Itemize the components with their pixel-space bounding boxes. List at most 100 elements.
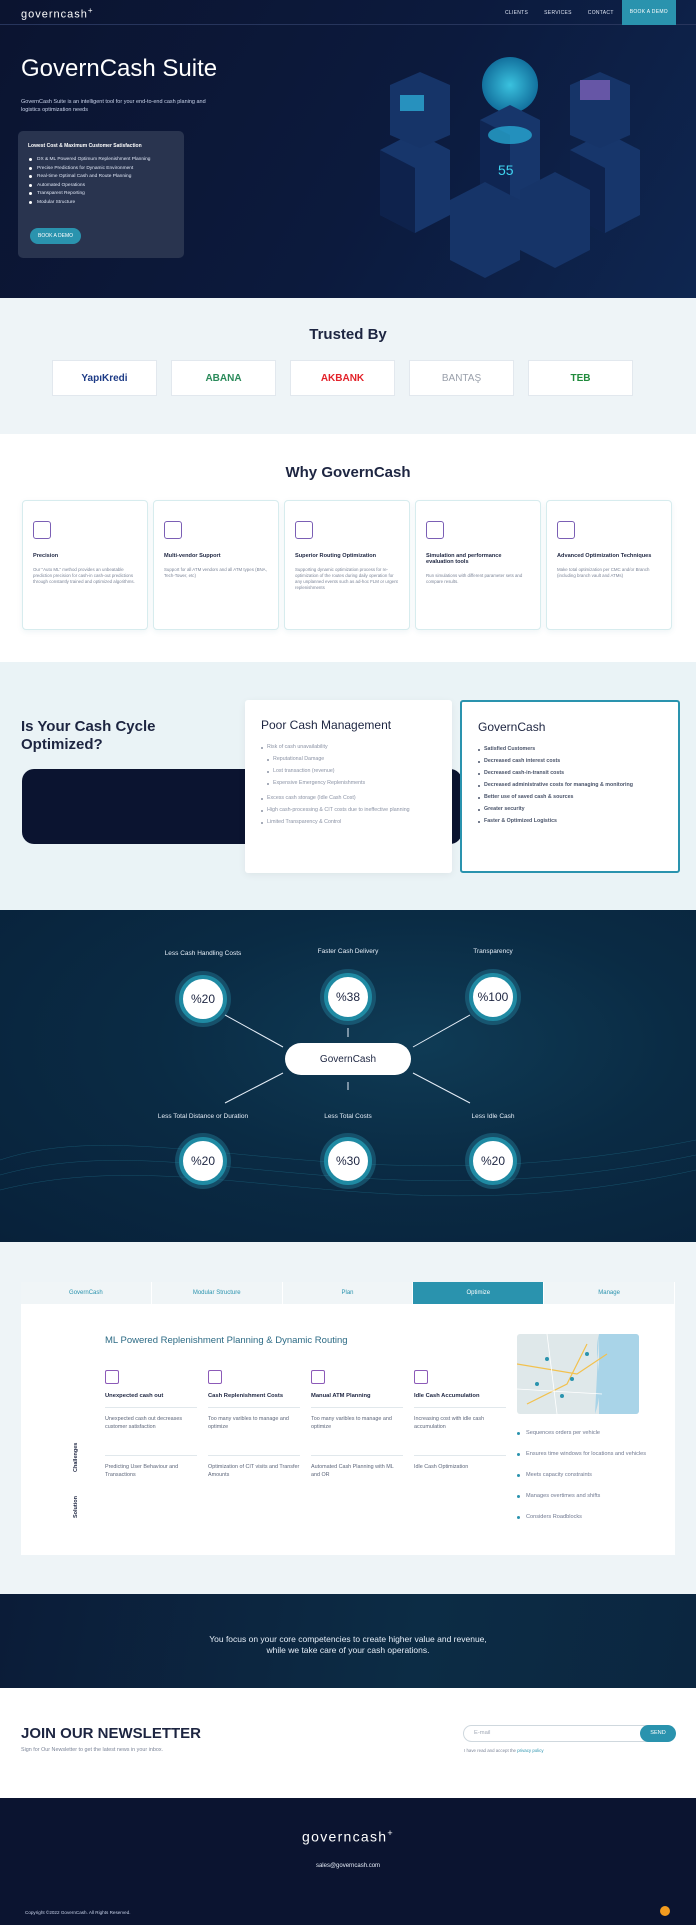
challenge-column: Idle Cash Accumulation Increasing cost w… xyxy=(414,1370,506,1472)
why-card-title: Multi-vendor Support xyxy=(164,553,221,559)
column-title: Manual ATM Planning xyxy=(311,1393,371,1399)
newsletter-subtitle: Sign for Our Newsletter to get the lates… xyxy=(21,1747,164,1753)
wallet-icon xyxy=(208,1370,222,1384)
feature-item: Precise Predictions for Dynamic Environm… xyxy=(28,166,174,171)
stat-label: Less Idle Cash xyxy=(471,1113,515,1120)
simulation-icon xyxy=(426,521,444,539)
client-logo-akbank: AKBANK xyxy=(290,360,395,396)
banner-text: You focus on your core competencies to c… xyxy=(0,1634,696,1656)
poor-item: Lost transaction (revenue) xyxy=(261,768,436,775)
challenge-text: Too many varibles to manage and optimize xyxy=(208,1407,300,1451)
challenge-text: Unexpected cash out decreases customer s… xyxy=(105,1407,197,1451)
benefit-item: Faster & Optimized Logistics xyxy=(478,818,662,825)
challenge-column: Cash Replenishment Costs Too many varibl… xyxy=(208,1370,300,1479)
stats-section: Less Cash Handling Costs Faster Cash Del… xyxy=(0,910,696,1242)
trusted-by-section: Trusted By YapıKredi ABANA AKBANK BANTAŞ… xyxy=(0,298,696,434)
stat-label: Less Total Distance or Duration xyxy=(157,1113,249,1120)
poor-item: Limited Transparency & Control xyxy=(261,819,436,826)
hero-feature-card: Lowest Cost & Maximum Customer Satisfact… xyxy=(18,131,184,258)
why-card-text: Support for all ATM vendors and all ATM … xyxy=(164,567,267,578)
isometric-city-illustration: 55 xyxy=(380,57,640,278)
why-card: Precision Our "Auto ML" method provides a… xyxy=(22,500,148,630)
tab-panel: GovernCash Modular Structure Plan Optimi… xyxy=(21,1282,675,1555)
tab-modular-structure[interactable]: Modular Structure xyxy=(152,1282,283,1304)
product-tabs-section: GovernCash Modular Structure Plan Optimi… xyxy=(0,1242,696,1594)
site-footer: governcash+ sales@governcash.com Copyrig… xyxy=(0,1798,696,1925)
poor-cash-card: Poor Cash Management Risk of cash unavai… xyxy=(245,700,452,873)
solution-text: Idle Cash Optimization xyxy=(414,1455,506,1472)
why-card-title: Advanced Optimization Techniques xyxy=(557,553,652,559)
tab-governcash[interactable]: GovernCash xyxy=(21,1282,152,1304)
benefit-item: Greater security xyxy=(478,806,662,813)
nav-clients[interactable]: CLIENTS xyxy=(497,10,536,16)
benefit-item: Decreased cash interest costs xyxy=(478,758,662,765)
nav-contact[interactable]: CONTACT xyxy=(580,10,622,16)
banner-line: while we take care of your cash operatio… xyxy=(266,1645,430,1655)
client-logo-yapikredi: YapıKredi xyxy=(52,360,157,396)
challenge-text: Increasing cost with idle cash accumulat… xyxy=(414,1407,506,1451)
send-button[interactable]: SEND xyxy=(640,1725,676,1742)
tab-optimize[interactable]: Optimize xyxy=(413,1282,545,1304)
site-logo[interactable]: governcash+ xyxy=(21,6,94,21)
solution-label: Solution xyxy=(73,1496,79,1518)
bank-icon xyxy=(414,1370,428,1384)
benefit-item: Satisfied Customers xyxy=(478,746,662,753)
solution-text: Predicting User Behaviour and Transactio… xyxy=(105,1455,197,1479)
poor-item: Excess cash storage (Idle Cash Cost) xyxy=(261,795,436,802)
trusted-title: Trusted By xyxy=(309,326,387,343)
challenges-label: Challenges xyxy=(73,1442,79,1472)
privacy-text: I have read and accept the xyxy=(464,1748,518,1753)
cycle-title: Is Your Cash Cycle Optimized? xyxy=(21,718,156,753)
why-card-title: Simulation and performance evaluation to… xyxy=(426,553,502,565)
gc-card-title: GovernCash xyxy=(478,720,546,734)
newsletter-section: JOIN OUR NEWSLETTER Sign for Our Newslet… xyxy=(0,1688,696,1798)
precision-icon xyxy=(33,521,51,539)
why-card-text: Make total optimization per CMC and/or B… xyxy=(557,567,650,578)
hero-section: governcash+ CLIENTS SERVICES CONTACT BOO… xyxy=(0,0,696,298)
column-title: Unexpected cash out xyxy=(105,1393,164,1399)
newsletter-title: JOIN OUR NEWSLETTER xyxy=(21,1725,202,1742)
why-title: Why GovernCash xyxy=(285,464,411,481)
value-banner: You focus on your core competencies to c… xyxy=(0,1594,696,1688)
poor-item: High cash-processing & CIT costs due to … xyxy=(261,807,436,814)
client-logo-bantas: BANTAŞ xyxy=(409,360,514,396)
stat-circle: %20 xyxy=(469,1137,517,1185)
connector-lines xyxy=(0,1014,696,1197)
stat-circle: %20 xyxy=(179,1137,227,1185)
stat-circle: %20 xyxy=(179,975,227,1023)
optimize-title: ML Powered Replenishment Planning & Dyna… xyxy=(105,1335,348,1346)
stat-label: Less Cash Handling Costs xyxy=(164,950,242,957)
column-title: Cash Replenishment Costs xyxy=(208,1393,284,1399)
benefit-item: Better use of saved cash & sources xyxy=(478,794,662,801)
stat-label: Faster Cash Delivery xyxy=(317,948,379,955)
optimization-icon xyxy=(557,521,575,539)
nav-book-demo-button[interactable]: BOOK A DEMO xyxy=(621,0,676,25)
bullet-item: Ensures time windows for locations and v… xyxy=(517,1451,647,1458)
why-card-text: Run simulations with different parameter… xyxy=(426,573,523,584)
client-logo-abana: ABANA xyxy=(171,360,276,396)
feature-item: Real-time Optimal Cash and Route Plannin… xyxy=(28,174,174,179)
footer-logo[interactable]: governcash+ xyxy=(0,1828,696,1845)
feature-item: DX & ML Powered Optimum Replenishment Pl… xyxy=(28,157,174,162)
route-map[interactable] xyxy=(517,1334,639,1414)
why-card-text: Our "Auto ML" method provides an unbeata… xyxy=(33,567,135,584)
privacy-consent[interactable]: I have read and accept the privacy polic… xyxy=(464,1748,544,1753)
routing-icon xyxy=(295,521,313,539)
why-card-title: Precision xyxy=(33,553,59,559)
solution-text: Automated Cash Planning with ML and OR xyxy=(311,1455,403,1479)
chat-widget-icon[interactable] xyxy=(660,1906,670,1916)
hero-book-demo-button[interactable]: BOOK A DEMO xyxy=(30,228,82,244)
why-card: Multi-vendor Support Support for all ATM … xyxy=(153,500,279,630)
top-nav: governcash+ CLIENTS SERVICES CONTACT BOO… xyxy=(0,0,696,25)
challenge-column: Unexpected cash out Unexpected cash out … xyxy=(105,1370,197,1479)
solution-text: Optimization of CIT visits and Transfer … xyxy=(208,1455,300,1479)
feature-item: Modular Structure xyxy=(28,200,174,205)
privacy-policy-link[interactable]: privacy policy xyxy=(517,1748,543,1753)
tab-plan[interactable]: Plan xyxy=(283,1282,414,1304)
tab-manage[interactable]: Manage xyxy=(544,1282,675,1304)
governcash-benefits-card: GovernCash Satisfied Customers Decreased… xyxy=(460,700,680,873)
banner-line: You focus on your core competencies to c… xyxy=(209,1634,487,1644)
challenge-column: Manual ATM Planning Too many varibles to… xyxy=(311,1370,403,1479)
nav-services[interactable]: SERVICES xyxy=(536,10,580,16)
footer-email-link[interactable]: sales@governcash.com xyxy=(0,1863,696,1869)
